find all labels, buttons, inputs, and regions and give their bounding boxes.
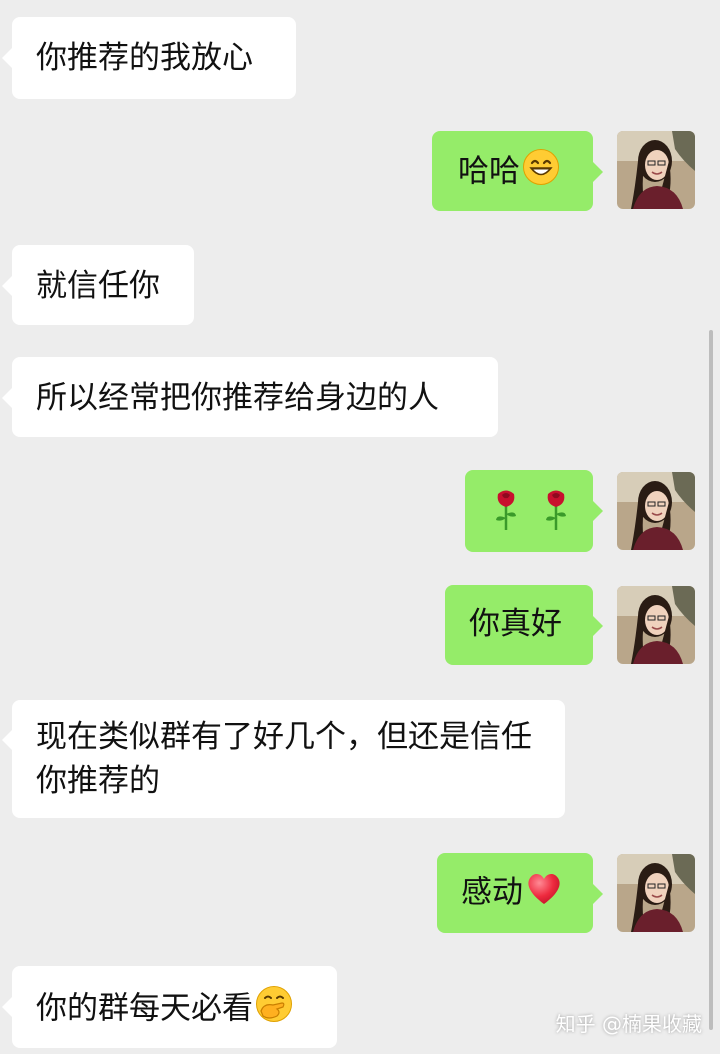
red-heart-icon [525,870,563,918]
bubble-tail [2,388,12,408]
message-text: 你真好 [469,606,562,642]
hand-over-mouth-face-icon [255,985,293,1035]
bubble-tail [2,997,12,1017]
message-text: 现在类似群有了好几个，但还是信任你推荐的 [36,719,532,799]
message-bubble[interactable]: 你的群每天必看 [12,966,337,1048]
message-bubble[interactable]: 现在类似群有了好几个，但还是信任你推荐的 [12,700,565,818]
bubble-tail [593,616,603,636]
message-bubble[interactable]: 你推荐的我放心 [12,17,296,99]
message-text: 你推荐的我放心 [36,40,253,76]
message-text: 哈哈 [458,153,520,190]
bubble-tail [2,730,12,750]
bubble-tail [2,276,12,296]
avatar[interactable] [617,854,695,932]
bubble-tail [2,48,12,68]
message-bubble[interactable] [465,470,593,552]
bubble-tail [593,501,603,521]
message-text: 你的群每天必看 [36,990,253,1027]
avatar[interactable] [617,586,695,664]
message-bubble[interactable]: 感动 [437,853,593,933]
grinning-face-icon [522,148,560,198]
message-bubble[interactable]: 就信任你 [12,245,194,325]
message-text: 所以经常把你推荐给身边的人 [36,380,439,416]
avatar[interactable] [617,472,695,550]
scrollbar[interactable] [709,330,713,1030]
chat-message-list[interactable]: 你推荐的我放心 哈哈 就信任你 所以经常把你推荐给身边的人 你真好 现在类似群有… [0,0,720,1054]
bubble-tail [593,884,603,904]
message-bubble[interactable]: 所以经常把你推荐给身边的人 [12,357,498,437]
message-text: 就信任你 [36,268,160,304]
rose-icon [539,488,573,544]
message-text: 感动 [461,874,523,911]
bubble-tail [593,162,603,182]
watermark: 知乎 @楠果收藏 [555,1012,702,1036]
avatar[interactable] [617,131,695,209]
message-bubble[interactable]: 你真好 [445,585,593,665]
rose-icon [489,488,523,544]
message-bubble[interactable]: 哈哈 [432,131,593,211]
